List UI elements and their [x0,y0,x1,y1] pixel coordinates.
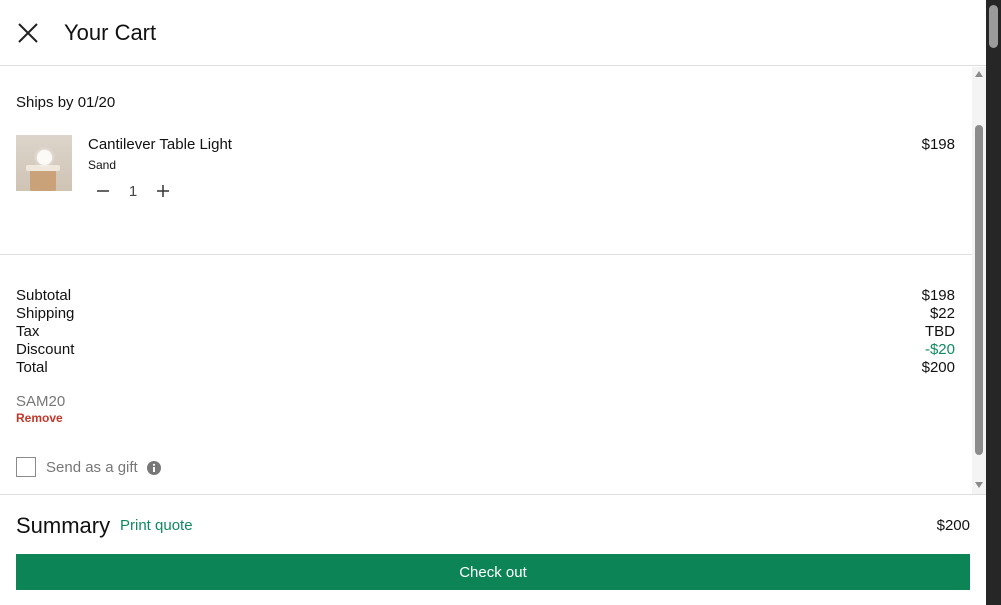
order-totals: Subtotal $198 Shipping $22 Tax TBD Disco… [16,287,955,377]
total-value: $200 [921,359,955,376]
quantity-value: 1 [128,183,138,200]
thumbnail-lamp-shade [26,165,60,171]
tax-label: Tax [16,323,40,340]
summary-title: Summary [16,513,111,538]
info-icon[interactable] [147,461,161,475]
cart-scroll-area[interactable]: Ships by 01/20 Cantilever Table Light Sa… [0,67,972,494]
tax-row: Tax TBD [16,323,955,341]
product-thumbnail[interactable] [16,135,72,191]
close-button[interactable] [16,21,40,45]
remove-promo-link[interactable]: Remove [16,411,63,425]
summary-bar: Summary Print quote $200 Check out [0,494,986,605]
product-variant: Sand [88,158,117,172]
gift-label[interactable]: Send as a gift [46,459,138,476]
discount-row: Discount -$20 [16,341,955,359]
page-scrollbar[interactable] [986,0,1001,605]
quantity-decrease-button[interactable] [92,181,114,201]
summary-total: $200 [936,517,970,534]
shipping-value: $22 [929,305,955,322]
scrollbar-thumb[interactable] [975,125,983,455]
product-name[interactable]: Cantilever Table Light [88,136,232,153]
cart-scrollbar[interactable] [972,67,986,494]
subtotal-value: $198 [921,287,955,304]
checkout-button[interactable]: Check out [16,554,970,590]
discount-label: Discount [16,341,75,358]
minus-icon[interactable] [92,181,114,201]
close-icon[interactable] [16,21,40,45]
quantity-increase-button[interactable] [152,181,174,201]
thumbnail-lamp-bulb [37,150,52,165]
tax-value: TBD [925,323,955,340]
scroll-up-arrow-icon[interactable] [974,69,984,79]
scroll-down-arrow-icon[interactable] [974,480,984,490]
total-label: Total [16,359,48,376]
cart-header: Your Cart [0,0,986,66]
subtotal-row: Subtotal $198 [16,287,955,305]
page-title: Your Cart [64,20,157,45]
shipping-row: Shipping $22 [16,305,955,323]
discount-value: -$20 [924,341,955,358]
plus-icon[interactable] [152,181,174,201]
ships-by-label: Ships by 01/20 [16,94,116,111]
promo-code: SAM20 [16,393,66,410]
gift-checkbox[interactable] [16,457,36,477]
print-quote-link[interactable]: Print quote [120,517,193,534]
shipping-label: Shipping [16,305,75,322]
product-price: $198 [921,136,955,153]
page-scrollbar-thumb[interactable] [989,5,998,48]
total-row: Total $200 [16,359,955,377]
thumbnail-lamp-base [30,169,56,191]
subtotal-label: Subtotal [16,287,72,304]
section-divider [0,254,972,255]
